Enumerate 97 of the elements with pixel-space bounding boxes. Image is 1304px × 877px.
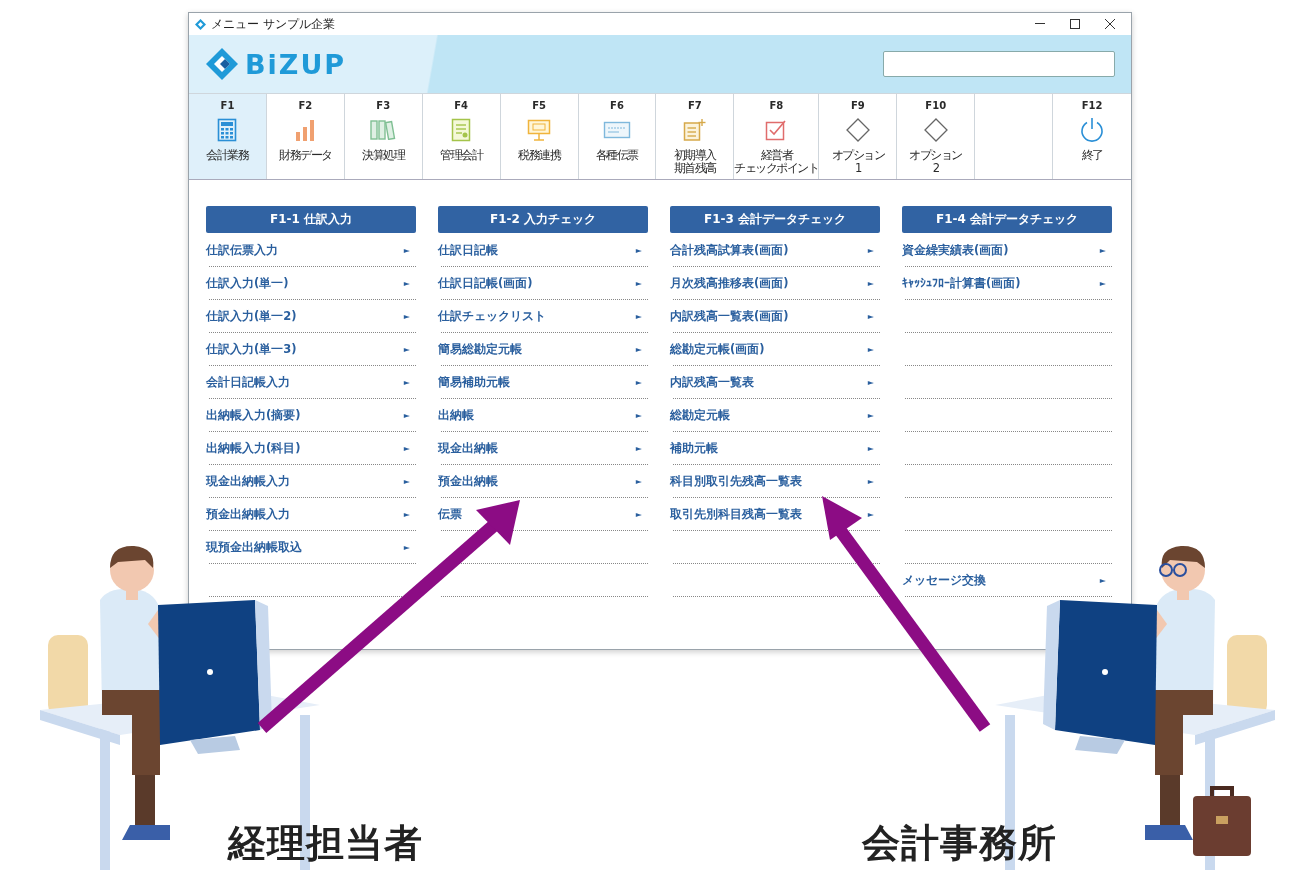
arrow-icon: ► bbox=[867, 377, 874, 387]
arrow-icon: ► bbox=[635, 278, 642, 288]
arrow-icon: ► bbox=[867, 278, 874, 288]
arrow-icon: ► bbox=[635, 509, 642, 519]
menu-item-link[interactable]: 合計残高試算表(画面) bbox=[670, 242, 789, 258]
menu-item-link[interactable]: 資金繰実績表(画面) bbox=[902, 242, 1009, 258]
menu-item-link[interactable]: 仕訳伝票入力 bbox=[206, 242, 278, 258]
arrow-icon: ► bbox=[635, 344, 642, 354]
menu-item-link[interactable]: 簡易総勘定元帳 bbox=[438, 341, 522, 357]
function-key-button[interactable]: F6 各種伝票 bbox=[578, 94, 656, 179]
arrow-icon: ► bbox=[403, 377, 410, 387]
logo-text: BiZUP bbox=[245, 48, 347, 80]
menu-item-link[interactable]: 取引先別科目残高一覧表 bbox=[670, 506, 802, 522]
function-key-button[interactable]: F2 財務データ bbox=[266, 94, 344, 179]
menu-item-link[interactable]: 伝票 bbox=[438, 506, 462, 522]
function-key-button[interactable]: F3 決算処理 bbox=[344, 94, 422, 179]
function-key-button[interactable]: F1 会計業務 bbox=[189, 94, 266, 179]
window-title: メニュー サンプル企業 bbox=[211, 15, 335, 33]
menu-item-link[interactable]: 仕訳入力(単一) bbox=[206, 275, 289, 291]
menu-item-link[interactable]: 総勘定元帳(画面) bbox=[670, 341, 765, 357]
menu-item-link[interactable]: 現金出納帳入力 bbox=[206, 473, 290, 489]
arrow-icon: ► bbox=[635, 410, 642, 420]
role-caption: 経理担当者 bbox=[228, 820, 423, 867]
arrow-icon: ► bbox=[867, 245, 874, 255]
arrow-icon: ► bbox=[403, 344, 410, 354]
arrow-icon: ► bbox=[635, 311, 642, 321]
menu-item-link[interactable]: ｷｬｯｼｭﾌﾛｰ計算書(画面) bbox=[902, 275, 1021, 291]
arrow-icon: ► bbox=[403, 509, 410, 519]
function-key-button[interactable]: F10 オプション 2 bbox=[897, 94, 975, 179]
power-icon bbox=[1079, 117, 1106, 143]
menu-item-link[interactable]: 仕訳チェックリスト bbox=[438, 308, 546, 324]
menu-item-link[interactable]: 現金出納帳 bbox=[438, 440, 498, 456]
bar-chart-icon bbox=[294, 119, 317, 141]
menu-item-link[interactable]: 預金出納帳 bbox=[438, 473, 498, 489]
menu-item-link[interactable]: 現預金出納帳取込 bbox=[206, 539, 302, 555]
arrow-icon: ► bbox=[403, 476, 410, 486]
role-caption: 会計事務所 bbox=[862, 820, 1057, 867]
arrow-icon: ► bbox=[635, 476, 642, 486]
arrow-icon: ► bbox=[867, 311, 874, 321]
menu-item-link[interactable]: 出納帳入力(科目) bbox=[206, 440, 301, 456]
menu-item-link[interactable]: 会計日記帳入力 bbox=[206, 374, 290, 390]
function-key-button[interactable]: F4 管理会計 bbox=[422, 94, 500, 179]
menu-item-link[interactable]: 内訳残高一覧表 bbox=[670, 374, 754, 390]
function-key-button[interactable]: F9 オプション 1 bbox=[819, 94, 897, 179]
arrow-icon: ► bbox=[403, 443, 410, 453]
arrow-icon: ► bbox=[1099, 245, 1106, 255]
arrow-icon: ► bbox=[635, 245, 642, 255]
arrow-icon: ► bbox=[1099, 575, 1106, 585]
ticket-icon bbox=[603, 121, 631, 139]
menu-item-link[interactable]: 月次残高推移表(画面) bbox=[670, 275, 789, 291]
menu-item-link[interactable]: 仕訳日記帳(画面) bbox=[438, 275, 533, 291]
arrow-icon: ► bbox=[403, 245, 410, 255]
close-icon[interactable] bbox=[1105, 19, 1115, 29]
document-icon bbox=[451, 118, 472, 142]
menu-item-link[interactable]: 科目別取引先残高一覧表 bbox=[670, 473, 802, 489]
binders-icon bbox=[370, 120, 397, 140]
menu-item-link[interactable]: 仕訳日記帳 bbox=[438, 242, 498, 258]
app-icon bbox=[195, 18, 206, 30]
tax-sign-icon bbox=[527, 119, 552, 141]
arrow-icon: ► bbox=[403, 278, 410, 288]
menu-item-link[interactable]: 仕訳入力(単一3) bbox=[206, 341, 297, 357]
calculator-icon bbox=[217, 118, 238, 142]
arrow-icon: ► bbox=[1099, 278, 1106, 288]
menu-item-link[interactable]: 補助元帳 bbox=[670, 440, 718, 456]
menu-item-link[interactable]: 出納帳入力(摘要) bbox=[206, 407, 301, 423]
diamond-icon bbox=[845, 118, 870, 142]
function-key-button[interactable]: F5 税務連携 bbox=[500, 94, 578, 179]
section-header: F1-1 仕訳入力 bbox=[206, 206, 416, 233]
arrow-icon: ► bbox=[635, 377, 642, 387]
arrow-icon: ► bbox=[867, 509, 874, 519]
section-header: F1-4 会計データチェック bbox=[902, 206, 1112, 233]
add-document-icon bbox=[682, 118, 707, 142]
menu-item-link[interactable]: 簡易補助元帳 bbox=[438, 374, 510, 390]
menu-item-link[interactable]: 内訳残高一覧表(画面) bbox=[670, 308, 789, 324]
arrow-icon: ► bbox=[403, 311, 410, 321]
maximize-icon[interactable] bbox=[1070, 19, 1080, 29]
logo-icon bbox=[205, 47, 239, 81]
menu-item-link[interactable]: 仕訳入力(単一2) bbox=[206, 308, 297, 324]
arrow-icon: ► bbox=[867, 443, 874, 453]
function-key-button[interactable]: F12 終了 bbox=[1053, 94, 1131, 179]
arrow-icon: ► bbox=[635, 443, 642, 453]
checkbox-icon bbox=[765, 119, 788, 141]
menu-item-link[interactable]: 預金出納帳入力 bbox=[206, 506, 290, 522]
arrow-icon: ► bbox=[867, 410, 874, 420]
section-header: F1-3 会計データチェック bbox=[670, 206, 880, 233]
arrow-icon: ► bbox=[403, 410, 410, 420]
arrow-icon: ► bbox=[867, 344, 874, 354]
function-key-button[interactable]: F7 初期導入 期首残高 bbox=[656, 94, 734, 179]
section-header: F1-2 入力チェック bbox=[438, 206, 648, 233]
minimize-icon[interactable] bbox=[1035, 23, 1045, 25]
arrow-icon: ► bbox=[403, 542, 410, 552]
diamond-icon bbox=[923, 118, 948, 142]
menu-item-link[interactable]: 総勘定元帳 bbox=[670, 407, 730, 423]
menu-item-link[interactable]: 出納帳 bbox=[438, 407, 474, 423]
menu-item-link[interactable]: メッセージ交換 bbox=[902, 572, 986, 588]
arrow-icon: ► bbox=[867, 476, 874, 486]
function-key-button[interactable]: F8 経営者 チェックポイント bbox=[734, 94, 819, 179]
